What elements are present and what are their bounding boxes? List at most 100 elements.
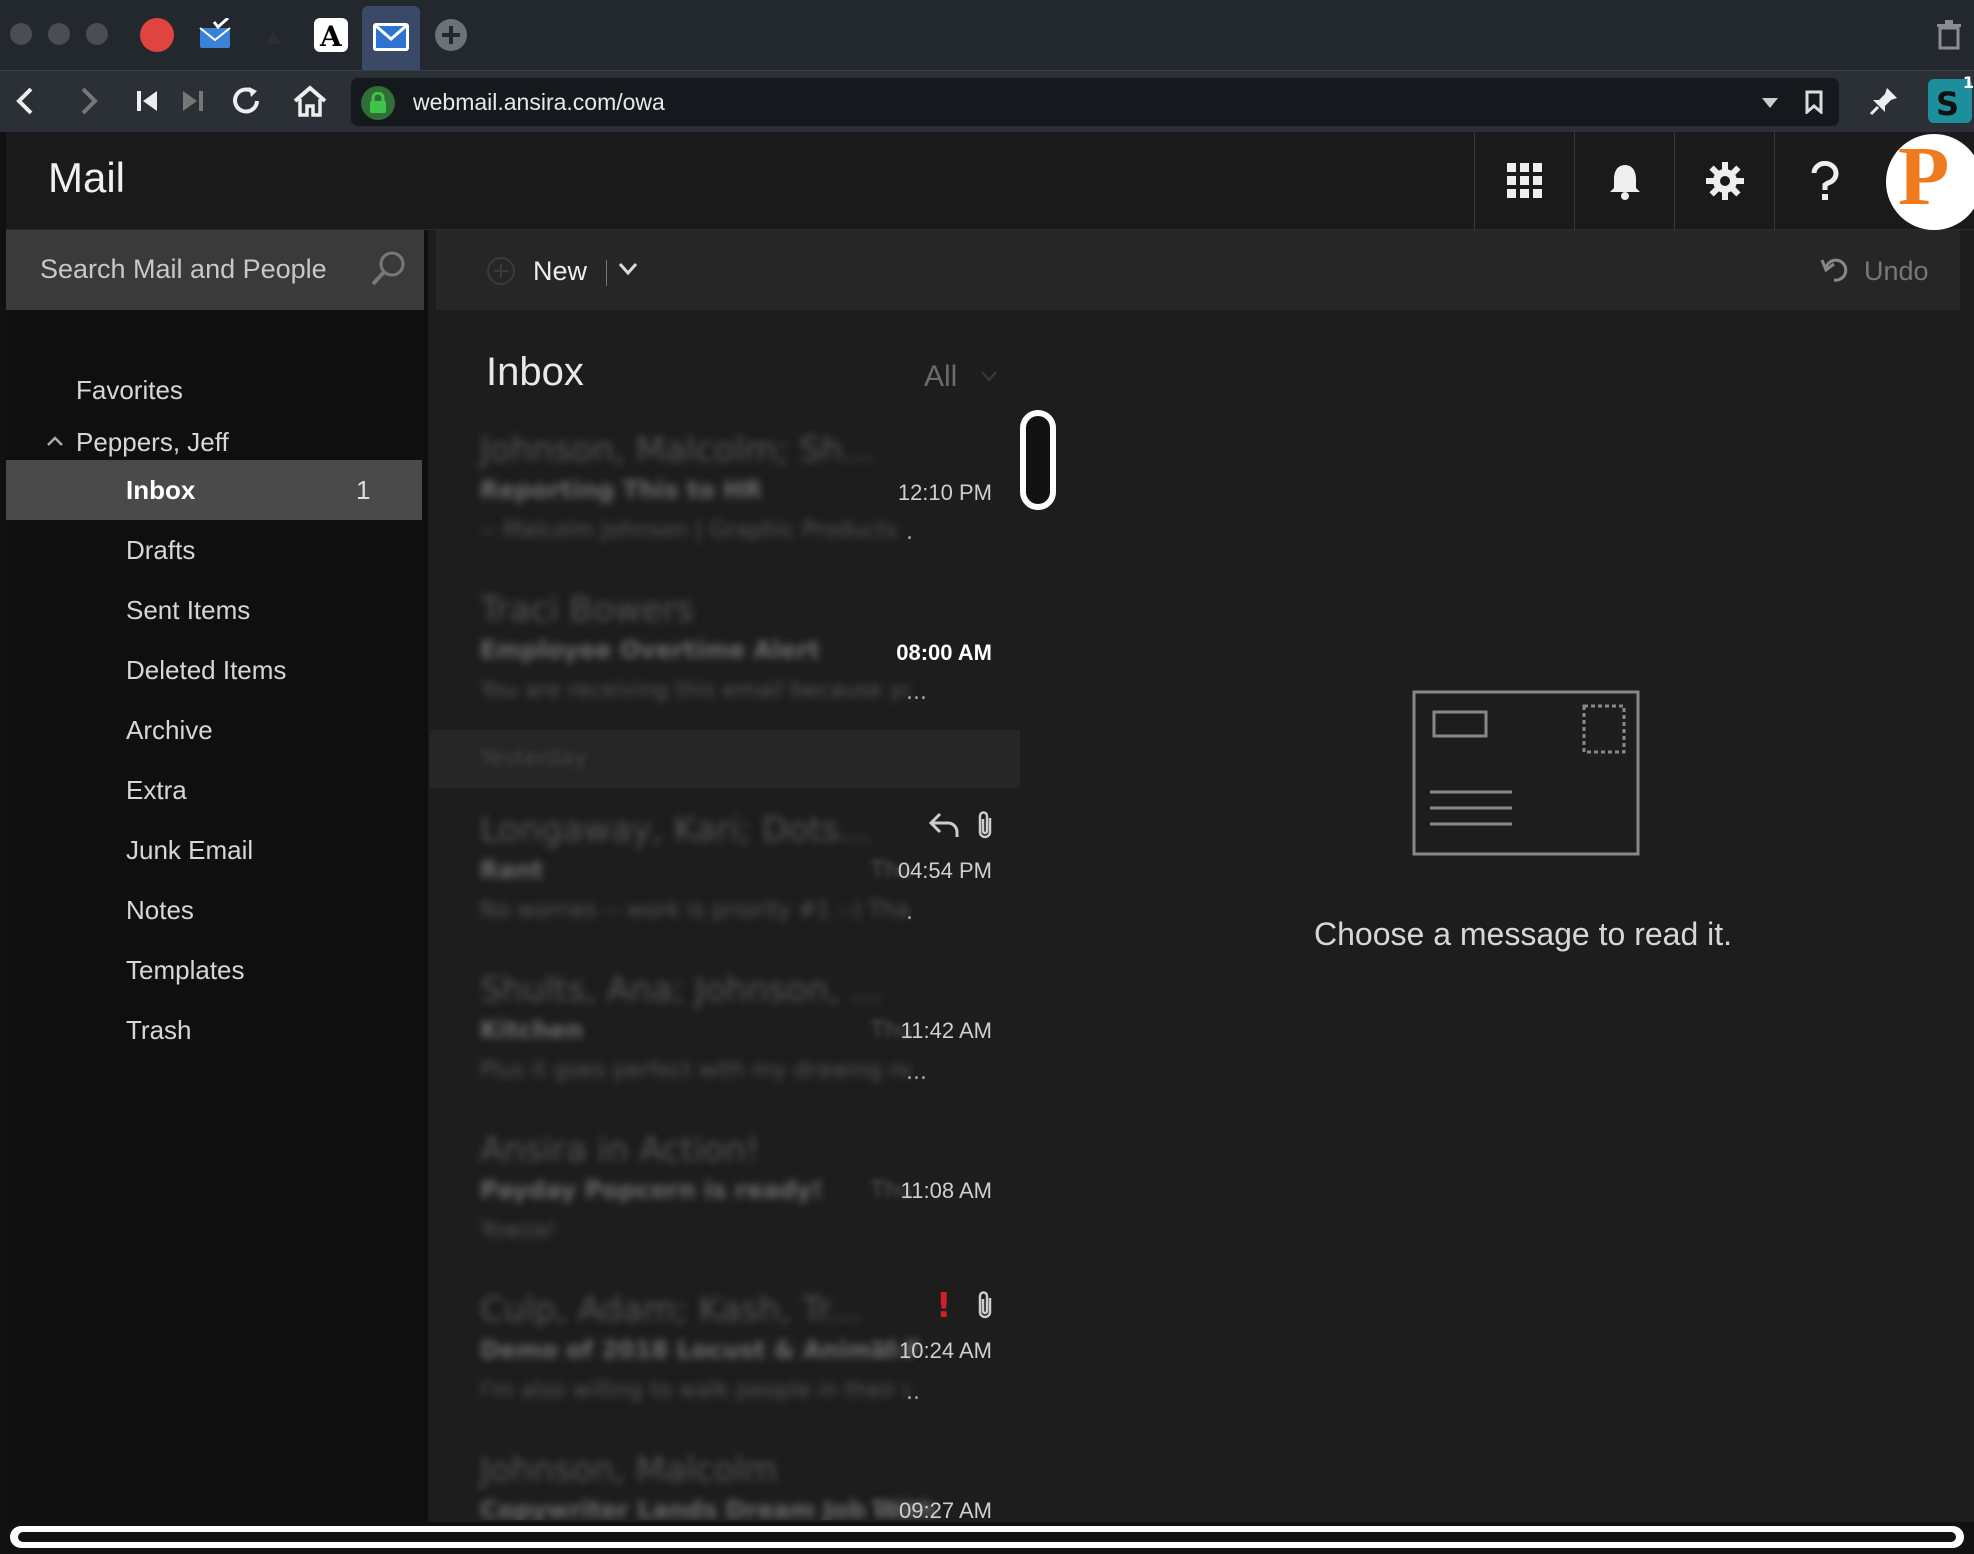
new-tab-plus-icon[interactable] [434, 18, 468, 52]
extension-s-icon[interactable]: S 1 [1928, 73, 1974, 123]
search-icon[interactable] [370, 250, 406, 288]
extension-badge: 1 [1962, 73, 1974, 92]
message-sender: Johnson, Malcolm [480, 1450, 778, 1490]
message-sender: Longaway, Kari; Dots... [480, 810, 873, 850]
list-item[interactable]: Ansira in Action! Payday Popcorn is read… [430, 1130, 1020, 1290]
horizontal-scrollbar[interactable] [10, 1526, 1964, 1548]
chevron-down-icon[interactable] [618, 262, 638, 276]
list-title: Inbox [486, 350, 584, 394]
account-label: Peppers, Jeff [76, 427, 229, 457]
sidebar-item-label: Junk Email [126, 835, 254, 865]
sidebar-item-deleted-items[interactable]: Deleted Items [6, 640, 422, 700]
message-preview: No worries -- work is priority #1 :-) Th… [480, 898, 910, 923]
pin-icon[interactable] [1862, 79, 1906, 123]
address-bar[interactable]: webmail.ansira.com/owa [350, 77, 1840, 127]
sidebar-item-label: Notes [126, 895, 194, 925]
sidebar-item-templates[interactable]: Templates [6, 940, 422, 1000]
sidebar-item-inbox[interactable]: Inbox 1 [6, 460, 422, 520]
preview-ellipsis: . [906, 520, 913, 545]
sidebar-item-extra[interactable]: Extra [6, 760, 422, 820]
list-item[interactable]: Johnson, Malcolm; Sh... Reporting This t… [430, 430, 1020, 590]
group-header: Yesterday [430, 730, 1020, 788]
chevron-up-icon[interactable] [46, 435, 64, 447]
sidebar-item-label: Deleted Items [126, 655, 287, 685]
sidebar-item-drafts[interactable]: Drafts [6, 520, 422, 580]
tab-recorder-icon[interactable] [140, 18, 174, 52]
favorites-header[interactable]: Favorites [6, 360, 422, 420]
app-launcher-button[interactable] [1474, 132, 1574, 230]
list-scrollbar-thumb[interactable] [1020, 410, 1056, 510]
new-message-button[interactable]: New [533, 256, 587, 287]
trash-icon[interactable] [1932, 18, 1966, 52]
url-dropdown-icon[interactable] [1761, 96, 1779, 110]
bookmark-icon[interactable] [1805, 90, 1823, 114]
sidebar-item-trash[interactable]: Trash [6, 1000, 422, 1060]
lock-icon [361, 86, 395, 120]
list-item[interactable]: Traci Bowers Employee Overtime Alert You… [430, 590, 1020, 750]
message-sender: Johnson, Malcolm; Sh... [480, 430, 876, 470]
message-subject: Demo of 2018 Locust & Animal F [480, 1336, 922, 1364]
empty-envelope-icon [1412, 690, 1640, 856]
notifications-button[interactable] [1574, 132, 1674, 230]
undo-icon[interactable] [1820, 254, 1850, 284]
help-button[interactable] [1774, 132, 1874, 230]
tab-font-icon[interactable]: A [314, 18, 348, 53]
list-item[interactable]: Culp, Adam; Kash, Tr... ! Demo of 2018 L… [430, 1286, 1020, 1450]
filter-chevron-icon[interactable] [980, 370, 998, 382]
search-box[interactable]: Search Mail and People [6, 230, 424, 310]
tab-drive-icon[interactable] [256, 18, 290, 52]
command-bar [436, 230, 1960, 310]
filter-dropdown[interactable]: All [924, 360, 957, 394]
attachment-icon [978, 811, 992, 839]
preview-ellipsis: .. [906, 1380, 920, 1405]
sidebar-item-sent-items[interactable]: Sent Items [6, 580, 422, 640]
back-icon[interactable] [4, 79, 48, 123]
url-text[interactable]: webmail.ansira.com/owa [413, 89, 665, 116]
gear-icon [1705, 162, 1744, 200]
tab-active-mail[interactable] [362, 6, 420, 70]
sidebar-item-notes[interactable]: Notes [6, 880, 422, 940]
list-item[interactable]: Longaway, Kari; Dots... Rant No worries … [430, 810, 1020, 970]
sidebar-item-label: Templates [126, 955, 245, 985]
fast-forward-icon[interactable] [170, 79, 214, 123]
rewind-icon[interactable] [126, 79, 170, 123]
message-time: 04:54 PM [897, 858, 992, 883]
unread-count: 1 [356, 475, 371, 505]
message-preview: -- Malcolm Johnson | Graphic Products [480, 518, 898, 543]
preview-ellipsis: ... [906, 1060, 927, 1085]
new-plus-icon[interactable] [486, 256, 516, 286]
list-item[interactable]: Johnson, Malcolm Copywriter Lands Dream … [430, 1450, 1020, 1520]
settings-button[interactable] [1674, 132, 1774, 230]
message-time: 11:08 AM [900, 1178, 992, 1203]
undo-button[interactable]: Undo [1864, 256, 1929, 287]
message-time: 08:00 AM [896, 640, 992, 665]
sidebar-item-archive[interactable]: Archive [6, 700, 422, 760]
horizontal-scrollbar-thumb[interactable] [18, 1532, 1956, 1542]
window-zoom-button[interactable] [86, 23, 108, 45]
reload-icon[interactable] [224, 79, 268, 123]
message-preview: I'm also willing to walk people in their… [480, 1378, 910, 1403]
new-separator [606, 260, 607, 286]
home-icon[interactable] [288, 79, 332, 123]
message-sender: Shults, Ana; Johnson, ... [480, 970, 883, 1010]
list-item[interactable]: Shults, Ana; Johnson, ... Kitchen Plus i… [430, 970, 1020, 1130]
folder-pane: Search Mail and People Favorites Peppers… [6, 230, 428, 1522]
sidebar-item-label: Extra [126, 775, 187, 805]
window-close-button[interactable] [10, 23, 32, 45]
app-title: Mail [48, 154, 126, 201]
message-subject: Copywriter Lands Dream Job With [480, 1496, 938, 1520]
message-time: 09:27 AM [899, 1498, 992, 1520]
search-input[interactable]: Search Mail and People [40, 254, 327, 285]
message-subject: Reporting This to HR [480, 476, 762, 504]
message-sender: Traci Bowers [480, 590, 695, 630]
tab-mail-check-icon[interactable] [198, 16, 232, 52]
avatar[interactable]: P [1886, 134, 1974, 230]
forward-icon[interactable] [66, 79, 110, 123]
window-minimize-button[interactable] [48, 23, 70, 45]
sidebar-item-junk-email[interactable]: Junk Email [6, 820, 422, 880]
message-preview: Plus it goes perfect with my drawing nex… [480, 1058, 910, 1083]
message-time: 12:10 PM [897, 480, 992, 505]
message-subject: Kitchen [480, 1016, 583, 1044]
app-launcher-icon [1506, 163, 1542, 198]
svg-text:A: A [319, 20, 343, 52]
